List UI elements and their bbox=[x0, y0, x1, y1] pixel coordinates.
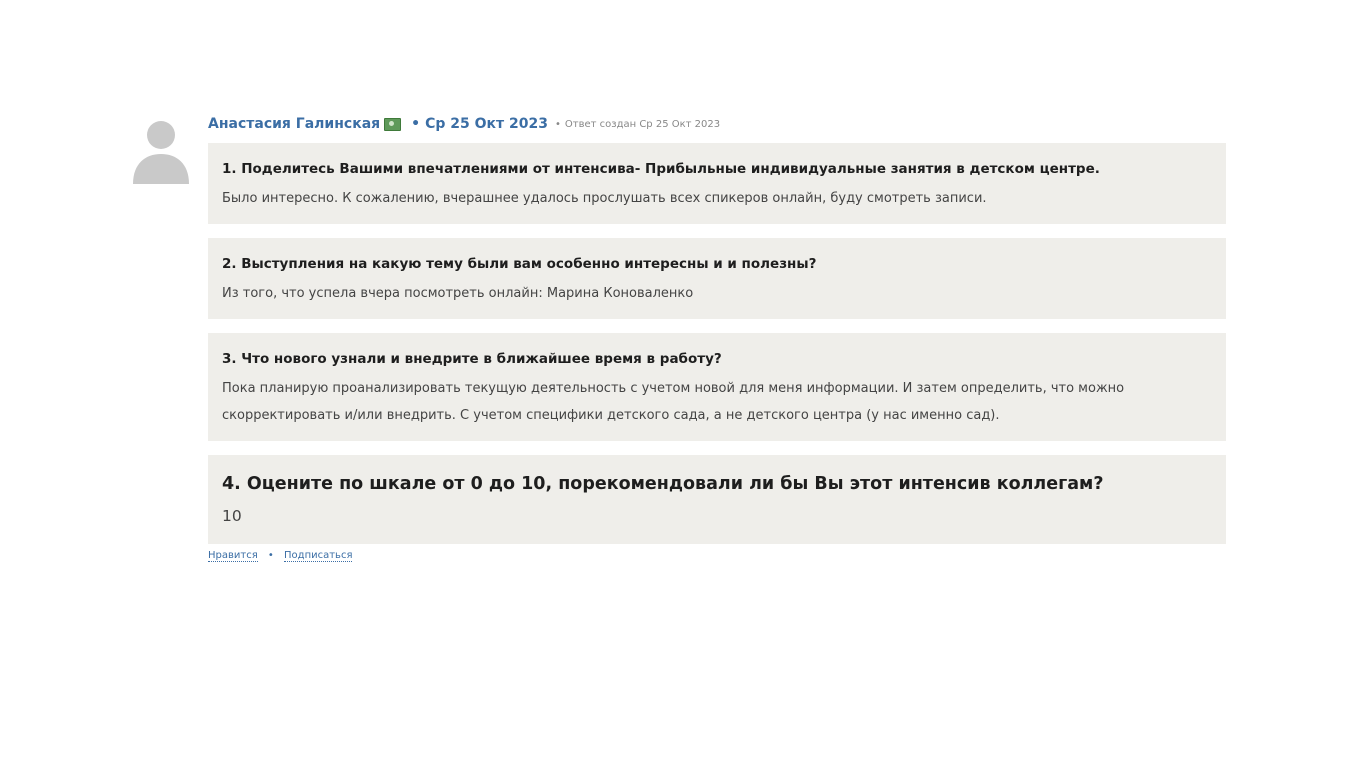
qa-answer: Пока планирую проанализировать текущую д… bbox=[222, 381, 1125, 423]
qa-block-4: 4. Оцените по шкале от 0 до 10, порекоме… bbox=[208, 455, 1226, 544]
qa-block-3: 3. Что нового узнали и внедрите в ближай… bbox=[208, 333, 1226, 441]
post-date-link[interactable]: Ср 25 Окт 2023 bbox=[425, 116, 548, 132]
comment-content: Анастасия Галинская • Ср 25 Окт 2023 • О… bbox=[208, 110, 1226, 562]
comment-meta: Анастасия Галинская • Ср 25 Окт 2023 • О… bbox=[208, 110, 1226, 138]
meta-separator-small: • bbox=[554, 118, 561, 130]
like-link[interactable]: Нравится bbox=[208, 550, 258, 562]
subscribe-link[interactable]: Подписаться bbox=[284, 550, 353, 562]
qa-question: 4. Оцените по шкале от 0 до 10, порекоме… bbox=[222, 474, 1104, 494]
qa-block-1: 1. Поделитесь Вашими впечатлениями от ин… bbox=[208, 143, 1226, 224]
author-link[interactable]: Анастасия Галинская bbox=[208, 116, 380, 132]
created-label: Ответ создан Ср 25 Окт 2023 bbox=[564, 118, 721, 130]
meta-separator: • bbox=[411, 116, 421, 132]
user-avatar-icon bbox=[133, 121, 189, 184]
post-actions: Нравится • Подписаться bbox=[208, 550, 1226, 562]
qa-answer: 10 bbox=[222, 507, 242, 525]
qa-question: 3. Что нового узнали и внедрите в ближай… bbox=[222, 351, 722, 367]
action-separator: • bbox=[267, 550, 274, 561]
qa-question: 2. Выступления на какую тему были вам ос… bbox=[222, 256, 817, 272]
qa-answer: Из того, что успела вчера посмотреть онл… bbox=[222, 286, 694, 301]
qa-block-2: 2. Выступления на какую тему были вам ос… bbox=[208, 238, 1226, 319]
qa-question: 1. Поделитесь Вашими впечатлениями от ин… bbox=[222, 161, 1100, 177]
money-icon bbox=[384, 117, 402, 131]
qa-answer: Было интересно. К сожалению, вчерашнее у… bbox=[222, 191, 987, 206]
